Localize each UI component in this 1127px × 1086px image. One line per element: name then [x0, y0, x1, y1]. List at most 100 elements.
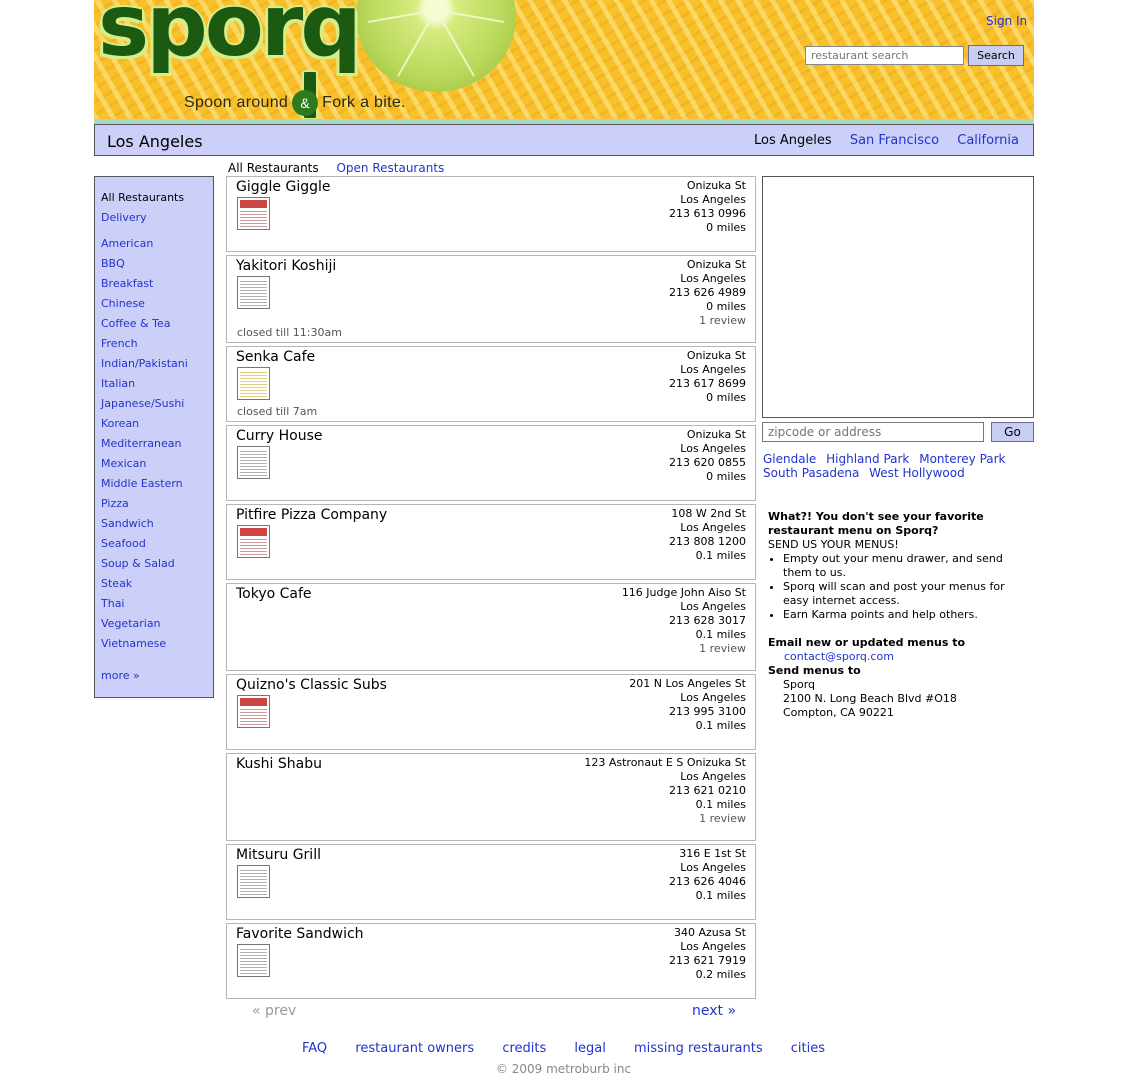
restaurant-card[interactable]: Favorite Sandwich 340 Azusa St Los Angel…: [226, 923, 756, 999]
menu-thumbnail-icon[interactable]: [237, 446, 270, 479]
sidebar-item-bbq[interactable]: BBQ: [101, 256, 213, 276]
sidebar-item-italian[interactable]: Italian: [101, 376, 213, 396]
sidebar-item-chinese[interactable]: Chinese: [101, 296, 213, 316]
sidebar-item-steak[interactable]: Steak: [101, 576, 213, 596]
restaurant-search-input[interactable]: [805, 46, 964, 65]
address-street: 2100 N. Long Beach Blvd #O18: [783, 692, 957, 705]
restaurant-filter-tabs: All Restaurants Open Restaurants: [228, 161, 444, 175]
sidebar-item-delivery[interactable]: Delivery: [101, 210, 213, 230]
menu-thumbnail-icon[interactable]: [237, 695, 270, 728]
restaurant-card[interactable]: Yakitori Koshiji closed till 11:30am Oni…: [226, 255, 756, 343]
restaurant-phone: 213 626 4989: [669, 286, 746, 299]
footer-restaurant-owners-link[interactable]: restaurant owners: [355, 1041, 474, 1056]
menu-preview: [240, 449, 267, 476]
menu-thumbnail-icon[interactable]: [237, 367, 270, 400]
restaurant-name[interactable]: Tokyo Cafe: [236, 586, 312, 602]
address-name: Sporq: [783, 678, 816, 691]
restaurant-name[interactable]: Senka Cafe: [236, 349, 315, 365]
sign-in-link[interactable]: Sign In: [986, 14, 1027, 28]
menu-thumbnail-icon[interactable]: [237, 276, 270, 309]
city-california-link[interactable]: California: [957, 133, 1019, 148]
restaurant-card[interactable]: Curry House Onizuka St Los Angeles 213 6…: [226, 425, 756, 501]
menu-preview: [240, 370, 267, 397]
sidebar-item-all-restaurants: All Restaurants: [101, 191, 185, 204]
menu-thumbnail-icon[interactable]: [237, 197, 270, 230]
restaurant-name[interactable]: Yakitori Koshiji: [236, 258, 336, 274]
contact-email-link[interactable]: contact@sporq.com: [768, 650, 1030, 664]
footer-cities-link[interactable]: cities: [791, 1041, 825, 1056]
info-bullet: Empty out your menu drawer, and send the…: [783, 552, 1030, 580]
city-san-francisco-link[interactable]: San Francisco: [850, 133, 939, 148]
tab-open-restaurants[interactable]: Open Restaurants: [336, 161, 444, 175]
neighborhood-link[interactable]: Monterey Park: [919, 452, 1005, 466]
sidebar-item-mediterranean[interactable]: Mediterranean: [101, 436, 213, 456]
restaurant-name[interactable]: Curry House: [236, 428, 323, 444]
restaurant-distance: 0 miles: [706, 391, 746, 404]
restaurant-name[interactable]: Kushi Shabu: [236, 756, 322, 772]
search-button[interactable]: Search: [968, 45, 1024, 66]
tab-all-restaurants: All Restaurants: [228, 161, 319, 175]
restaurant-card[interactable]: Tokyo Cafe 116 Judge John Aiso St Los An…: [226, 583, 756, 671]
sidebar-item-korean[interactable]: Korean: [101, 416, 213, 436]
restaurant-name[interactable]: Pitfire Pizza Company: [236, 507, 387, 523]
restaurant-phone: 213 626 4046: [669, 875, 746, 888]
restaurant-distance: 0 miles: [706, 300, 746, 313]
neighborhood-link[interactable]: South Pasadena: [763, 466, 859, 480]
restaurant-card[interactable]: Giggle Giggle Onizuka St Los Angeles 213…: [226, 176, 756, 252]
neighborhood-link[interactable]: Highland Park: [826, 452, 909, 466]
restaurant-city: Los Angeles: [680, 521, 746, 534]
restaurant-distance: 0.1 miles: [695, 549, 746, 562]
restaurant-info: 316 E 1st St Los Angeles 213 626 4046 0.…: [669, 847, 746, 903]
tagline-left: Spoon around: [184, 94, 289, 112]
restaurant-name[interactable]: Giggle Giggle: [236, 179, 330, 195]
map-panel[interactable]: [762, 176, 1034, 418]
restaurant-city: Los Angeles: [680, 691, 746, 704]
neighborhood-link[interactable]: West Hollywood: [869, 466, 965, 480]
restaurant-card[interactable]: Quizno's Classic Subs 201 N Los Angeles …: [226, 674, 756, 750]
restaurant-city: Los Angeles: [680, 272, 746, 285]
restaurant-card[interactable]: Pitfire Pizza Company 108 W 2nd St Los A…: [226, 504, 756, 580]
menu-thumbnail-icon[interactable]: [237, 944, 270, 977]
restaurant-street: Onizuka St: [686, 349, 746, 362]
sporq-logo[interactable]: sporq: [98, 0, 362, 76]
neighborhood-link[interactable]: Glendale: [763, 452, 816, 466]
restaurant-review-link[interactable]: 1 review: [622, 642, 746, 656]
sidebar-item-sandwich[interactable]: Sandwich: [101, 516, 213, 536]
sidebar-item-soup-salad[interactable]: Soup & Salad: [101, 556, 213, 576]
sidebar-item-indian-pakistani[interactable]: Indian/Pakistani: [101, 356, 213, 376]
sidebar-item-mexican[interactable]: Mexican: [101, 456, 213, 476]
go-button[interactable]: Go: [991, 422, 1034, 442]
sidebar-item-thai[interactable]: Thai: [101, 596, 213, 616]
footer-credits-link[interactable]: credits: [502, 1041, 546, 1056]
info-bullet: Earn Karma points and help others.: [783, 608, 1030, 622]
footer-legal-link[interactable]: legal: [574, 1041, 605, 1056]
sidebar-item-japanese-sushi[interactable]: Japanese/Sushi: [101, 396, 213, 416]
sidebar-item-pizza[interactable]: Pizza: [101, 496, 213, 516]
footer-faq-link[interactable]: FAQ: [302, 1041, 327, 1056]
restaurant-distance: 0.1 miles: [695, 798, 746, 811]
sidebar-item-vegetarian[interactable]: Vegetarian: [101, 616, 213, 636]
restaurant-name[interactable]: Quizno's Classic Subs: [236, 677, 387, 693]
footer-missing-restaurants-link[interactable]: missing restaurants: [634, 1041, 763, 1056]
restaurant-review-link[interactable]: 1 review: [669, 314, 746, 328]
menu-thumbnail-icon[interactable]: [237, 865, 270, 898]
sidebar-item-middle-eastern[interactable]: Middle Eastern: [101, 476, 213, 496]
sidebar-item-breakfast[interactable]: Breakfast: [101, 276, 213, 296]
restaurant-name[interactable]: Mitsuru Grill: [236, 847, 321, 863]
next-page-link[interactable]: next »: [692, 1003, 736, 1019]
zipcode-address-input[interactable]: [762, 422, 984, 442]
restaurant-info: 116 Judge John Aiso St Los Angeles 213 6…: [622, 586, 746, 656]
restaurant-card[interactable]: Senka Cafe closed till 7am Onizuka St Lo…: [226, 346, 756, 422]
restaurant-name[interactable]: Favorite Sandwich: [236, 926, 364, 942]
restaurant-card[interactable]: Mitsuru Grill 316 E 1st St Los Angeles 2…: [226, 844, 756, 920]
sidebar-item-coffee-tea[interactable]: Coffee & Tea: [101, 316, 213, 336]
menu-thumbnail-icon[interactable]: [237, 525, 270, 558]
restaurant-distance: 0 miles: [706, 470, 746, 483]
sidebar-item-american[interactable]: American: [101, 236, 213, 256]
sidebar-item-vietnamese[interactable]: Vietnamese: [101, 636, 213, 656]
restaurant-card[interactable]: Kushi Shabu 123 Astronaut E S Onizuka St…: [226, 753, 756, 841]
sidebar-item-french[interactable]: French: [101, 336, 213, 356]
sidebar-more-link[interactable]: more »: [101, 668, 213, 688]
restaurant-review-link[interactable]: 1 review: [584, 812, 746, 826]
sidebar-item-seafood[interactable]: Seafood: [101, 536, 213, 556]
